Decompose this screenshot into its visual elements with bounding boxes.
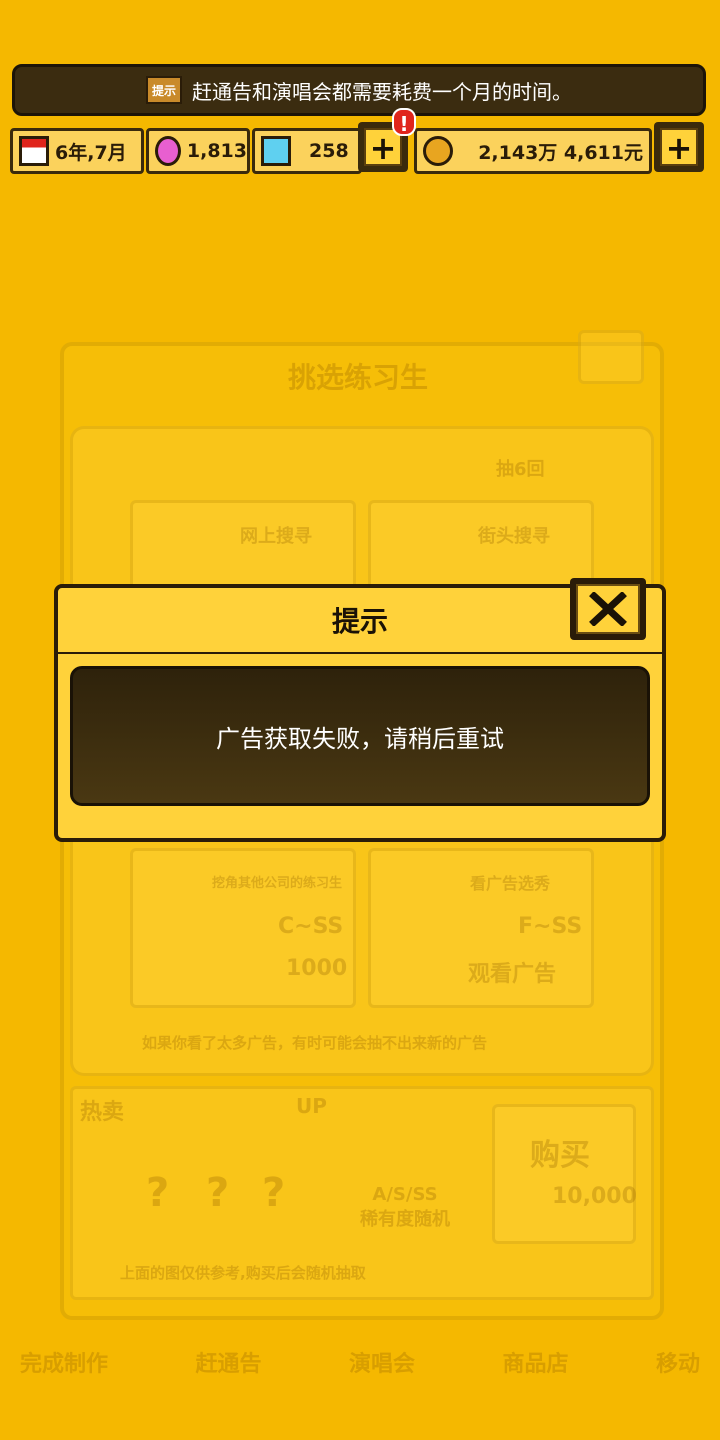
question-mark-2: ? [206,1170,230,1216]
poach-cost: 1000 [286,956,348,981]
dialog-message-box: 广告获取失败，请稍后重试 [70,666,650,806]
search-street-label: 街头搜寻 [478,526,550,547]
money-display: 2,143万 4,611元 [414,128,652,174]
gacha-note: 上面的图仅供参考,购买后会随机抽取 [120,1264,366,1282]
tab-shop: 商品店 [502,1352,569,1377]
tip-bar: 提示 赶通告和演唱会都需要耗费一个月的时间。 [12,64,706,116]
ad-range: F~SS [518,914,583,939]
pink-currency-display: 1,813 [146,128,250,174]
panel-title: 挑选练习生 [288,361,429,394]
diamond-icon [261,136,291,166]
stat-bar: 6年,7月 1,813 258 + 2,143万 4,611元 + [10,122,710,178]
tab-concert: 演唱会 [348,1352,415,1377]
question-mark-3: ? [262,1170,286,1216]
calendar-icon [19,136,49,166]
tab-complete: 完成制作 [20,1352,109,1377]
poach-range: C~SS [278,914,344,939]
tab-move: 移动 [655,1352,700,1377]
ad-note: 如果你看了太多广告，有时可能会抽不出来新的广告 [142,1034,488,1052]
tip-icon: 提示 [146,76,182,104]
tab-gigs: 赶通告 [195,1352,262,1377]
search-online-label: 网上搜寻 [240,526,312,547]
date-value: 6年,7月 [55,141,127,164]
hot-badge: 热卖 [80,1100,125,1125]
diamond-display: 258 [252,128,362,174]
up-badge: UP [296,1094,327,1118]
poach-label: 挖角其他公司的练习生 [212,876,343,891]
add-money-button[interactable]: + [654,122,704,172]
buy-label: 购买 [530,1138,590,1173]
ad-label: 看广告选秀 [470,874,551,893]
tip-message: 赶通告和演唱会都需要耗费一个月的时间。 [192,79,572,104]
question-mark-1: ? [146,1170,170,1216]
draw-count: 抽6回 [496,459,545,480]
plus-icon: + [660,128,698,166]
diamond-value: 258 [309,140,349,162]
dialog-close-button[interactable] [570,578,646,640]
pink-gem-icon [155,136,181,166]
background-close-button [578,330,644,384]
alert-badge: ! [392,108,416,136]
buy-cost: 10,000 [552,1184,637,1209]
date-display: 6年,7月 [10,128,144,174]
bottom-tabs: 完成制作 赶通告 演唱会 商品店 移动 [20,1346,700,1378]
pink-currency-value: 1,813 [186,140,247,162]
coin-icon [423,136,453,166]
close-icon [576,584,640,634]
ad-button: 观看广告 [468,962,557,987]
dialog-title: 提示 [331,605,388,638]
dialog-message: 广告获取失败，请稍后重试 [216,724,504,753]
rarity-label: A/S/SS 稀有度随机 [360,1184,450,1230]
buy-button [492,1104,636,1244]
dialog-body: 广告获取失败，请稍后重试 [54,654,666,842]
money-value: 2,143万 4,611元 [478,141,643,164]
notice-dialog: 提示 广告获取失败，请稍后重试 [54,578,666,842]
